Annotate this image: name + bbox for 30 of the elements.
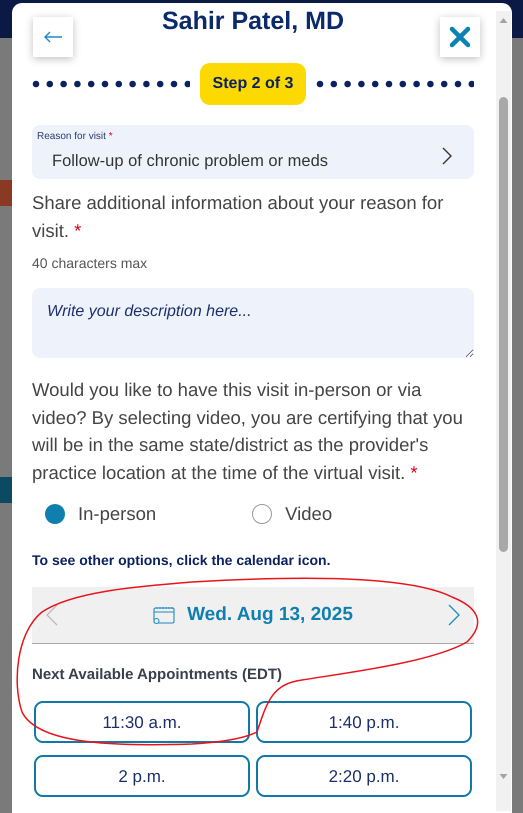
character-limit-hint: 40 characters max — [32, 254, 148, 273]
calendar-hint: To see other options, click the calendar icon. — [32, 550, 332, 570]
page-tile — [0, 477, 12, 503]
time-slot-button[interactable]: 2:20 p.m. — [256, 755, 472, 798]
dialog-title: Sahir Patel, MD — [162, 6, 344, 37]
time-slot-button[interactable]: 1:40 p.m. — [256, 701, 472, 744]
page-banner — [0, 180, 12, 206]
description-prompt: Share additional information about your reason for visit. * — [32, 191, 444, 243]
chevron-right-icon — [442, 147, 452, 165]
selected-date: Wed. Aug 13, 2025 — [187, 602, 353, 626]
close-button[interactable] — [440, 17, 480, 57]
visit-type-radio[interactable]: In-person — [45, 500, 156, 528]
required-mark: * — [410, 462, 418, 482]
step-badge: Step 2 of 3 — [200, 63, 306, 105]
close-icon — [449, 26, 471, 48]
chevron-right-icon — [448, 604, 460, 626]
chevron-left-icon — [46, 604, 58, 626]
required-mark: * — [74, 220, 82, 241]
reason-select[interactable]: Reason for visit * Follow-up of chronic problem or meds — [32, 125, 474, 179]
back-button[interactable] — [33, 17, 73, 57]
back-arrow-icon — [43, 31, 63, 43]
visit-type-prompt: Would you like to have this visit in-person or via video? By selecting video, you are certifying that you will be in the same state/district as the provider's practice location at the time of the virtual visit. * — [32, 378, 464, 485]
calendar-icon[interactable] — [153, 606, 176, 624]
time-slot-button[interactable]: 2 p.m. — [34, 755, 250, 798]
visit-type-radio[interactable]: Video — [252, 500, 332, 528]
next-day-button[interactable] — [448, 604, 460, 626]
time-slot-button[interactable]: 11:30 a.m. — [34, 701, 250, 744]
required-mark: * — [108, 130, 113, 142]
appointments-heading: Next Available Appointments (EDT) — [32, 664, 284, 685]
description-field[interactable]: Write your description here... — [32, 288, 474, 358]
